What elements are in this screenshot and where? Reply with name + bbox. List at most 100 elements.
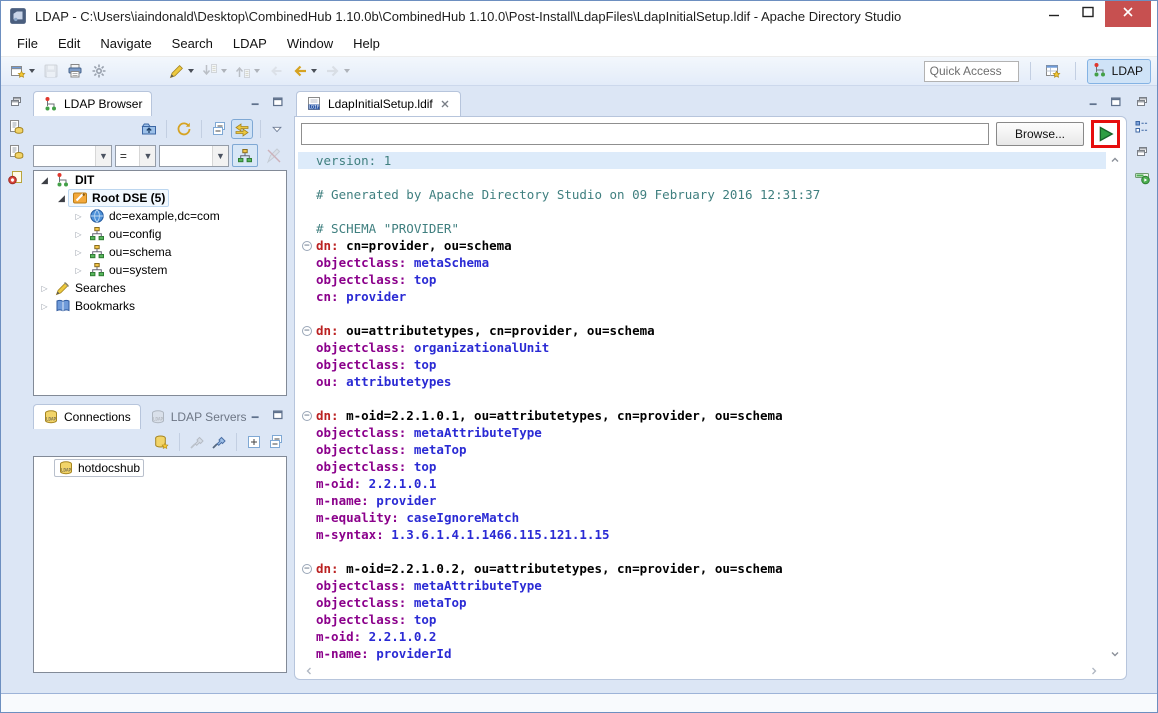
svg-text:LDAP: LDAP: [153, 416, 164, 421]
vertical-scrollbar[interactable]: [1107, 152, 1123, 662]
expand-all-button[interactable]: [244, 433, 264, 451]
close-tab-button[interactable]: [439, 98, 451, 110]
restore-pane-icon[interactable]: [8, 94, 24, 110]
ldif-executor-bar: Browse...: [295, 117, 1126, 150]
tree-item-searches[interactable]: ▷Searches: [34, 279, 286, 297]
minimize-editor-button[interactable]: [1087, 95, 1101, 109]
menu-file[interactable]: File: [7, 33, 48, 54]
menu-ldap[interactable]: LDAP: [223, 33, 277, 54]
view-menu-button[interactable]: [268, 121, 286, 137]
tree-item-bookmarks[interactable]: ▷Bookmarks: [34, 297, 286, 315]
ldif-editor-content[interactable]: version: 1 # Generated by Apache Directo…: [298, 152, 1106, 662]
horizontal-scrollbar[interactable]: [303, 664, 1100, 677]
collapse-all-icon: [268, 434, 284, 450]
disconnect-button[interactable]: [209, 433, 229, 451]
scroll-down-button[interactable]: [1109, 648, 1121, 660]
searches-icon: [55, 280, 71, 296]
quick-access-input[interactable]: [924, 61, 1019, 82]
tree-item-root-dse-5[interactable]: ◢Root DSE (5): [34, 189, 286, 207]
scroll-up-button[interactable]: [1109, 154, 1121, 166]
expand-arrow-icon[interactable]: ▷: [72, 212, 85, 221]
ldif-line: [298, 543, 1106, 560]
hierarchy-button[interactable]: [232, 144, 258, 167]
perspective-label: LDAP: [1112, 64, 1143, 78]
tree-item-label: ou=config: [109, 227, 161, 241]
ldap-browser-view: LDAP Browser ▼ = ▼ ▼ ◢ DIT ◢Root DSE (5): [31, 91, 289, 398]
fetch-entries-button[interactable]: [139, 120, 159, 138]
fold-collapse-icon[interactable]: −: [302, 241, 312, 251]
scroll-right-button[interactable]: [1088, 665, 1100, 677]
app-window: LDAP - C:\Users\iaindonald\Desktop\Combi…: [0, 0, 1158, 713]
filter-attribute-combo[interactable]: ▼: [33, 145, 112, 167]
chevron-down-icon: [311, 69, 317, 73]
tab-ldap-browser[interactable]: LDAP Browser: [33, 91, 152, 116]
connection-item-hotdocshub[interactable]: LDAPhotdocshub: [34, 459, 286, 477]
open-perspective-icon: [1045, 63, 1061, 79]
ldif-doc-icon[interactable]: [8, 144, 24, 160]
maximize-view-button[interactable]: [271, 408, 285, 422]
ldif-doc-icon[interactable]: [8, 119, 24, 135]
outline-view-icon[interactable]: [1134, 119, 1150, 135]
tree-item-ou-schema[interactable]: ▷ou=schema: [34, 243, 286, 261]
open-perspective-button[interactable]: [1042, 61, 1064, 81]
tree-item-ou-system[interactable]: ▷ou=system: [34, 261, 286, 279]
connections-icon: LDAP: [43, 409, 59, 425]
expand-arrow-icon[interactable]: ▷: [72, 248, 85, 257]
new-connection-button[interactable]: [152, 433, 172, 451]
browse-button[interactable]: Browse...: [996, 122, 1084, 146]
tab-ldap-servers[interactable]: LDAP LDAP Servers: [141, 404, 256, 429]
restore-pane-icon[interactable]: [1134, 144, 1150, 160]
preferences-button[interactable]: [88, 61, 110, 81]
maximize-view-button[interactable]: [271, 95, 285, 109]
minimize-view-button[interactable]: [249, 408, 263, 422]
ldap-perspective-button[interactable]: LDAP: [1087, 59, 1151, 84]
back-button[interactable]: [289, 61, 320, 81]
print-button[interactable]: [64, 61, 86, 81]
minimize-button[interactable]: [1037, 1, 1071, 27]
execute-ldif-button-highlighted[interactable]: [1091, 120, 1120, 148]
fold-collapse-icon[interactable]: −: [302, 411, 312, 421]
maximize-editor-button[interactable]: [1109, 95, 1123, 109]
link-with-editor-button[interactable]: [231, 119, 253, 139]
tree-item-label: DIT: [75, 173, 94, 187]
menu-window[interactable]: Window: [277, 33, 343, 54]
menu-navigate[interactable]: Navigate: [90, 33, 161, 54]
maximize-button[interactable]: [1071, 1, 1105, 27]
ldif-line: cn: provider: [298, 288, 1106, 305]
ldif-editor: LDIF LdapInitialSetup.ldif Browse... ver…: [294, 91, 1127, 680]
menu-edit[interactable]: Edit: [48, 33, 90, 54]
menu-search[interactable]: Search: [162, 33, 223, 54]
refresh-button[interactable]: [174, 120, 194, 138]
filter-operator-combo[interactable]: = ▼: [115, 145, 157, 167]
restore-pane-icon[interactable]: [1134, 94, 1150, 110]
minimize-view-button[interactable]: [249, 95, 263, 109]
collapse-arrow-icon[interactable]: ◢: [38, 175, 51, 186]
tree-item-dc-example-dc-com[interactable]: ▷ dc=example,dc=com: [34, 207, 286, 225]
expand-arrow-icon[interactable]: ▷: [72, 266, 85, 275]
collapse-all-button[interactable]: [266, 433, 286, 451]
collapse-all-button[interactable]: [209, 120, 229, 138]
ldif-target-input[interactable]: [301, 123, 989, 145]
expand-arrow-icon[interactable]: ▷: [38, 302, 51, 311]
search-button[interactable]: [166, 61, 197, 81]
tab-ldapinitialsetup-ldif[interactable]: LDIF LdapInitialSetup.ldif: [296, 91, 461, 116]
save-button: [40, 61, 62, 81]
new-wizard-button[interactable]: [7, 61, 38, 81]
ldif-line: [298, 305, 1106, 322]
expand-arrow-icon[interactable]: ▷: [72, 230, 85, 239]
collapse-arrow-icon[interactable]: ◢: [55, 193, 68, 204]
fold-collapse-icon[interactable]: −: [302, 564, 312, 574]
tree-item-dit[interactable]: ◢ DIT: [34, 171, 286, 189]
tab-connections[interactable]: LDAP Connections: [33, 404, 141, 429]
tree-item-ou-config[interactable]: ▷ ou=config: [34, 225, 286, 243]
problems-doc-icon[interactable]: [8, 169, 24, 185]
tree-item-label: dc=example,dc=com: [109, 209, 220, 223]
ldif-line: −dn: cn=provider, ou=schema: [298, 237, 1106, 254]
expand-arrow-icon[interactable]: ▷: [38, 284, 51, 293]
scroll-left-button[interactable]: [303, 665, 315, 677]
fold-collapse-icon[interactable]: −: [302, 326, 312, 336]
filter-value-combo[interactable]: ▼: [159, 145, 229, 167]
progress-view-icon[interactable]: [1134, 169, 1150, 185]
close-button[interactable]: [1105, 1, 1151, 27]
menu-help[interactable]: Help: [343, 33, 390, 54]
